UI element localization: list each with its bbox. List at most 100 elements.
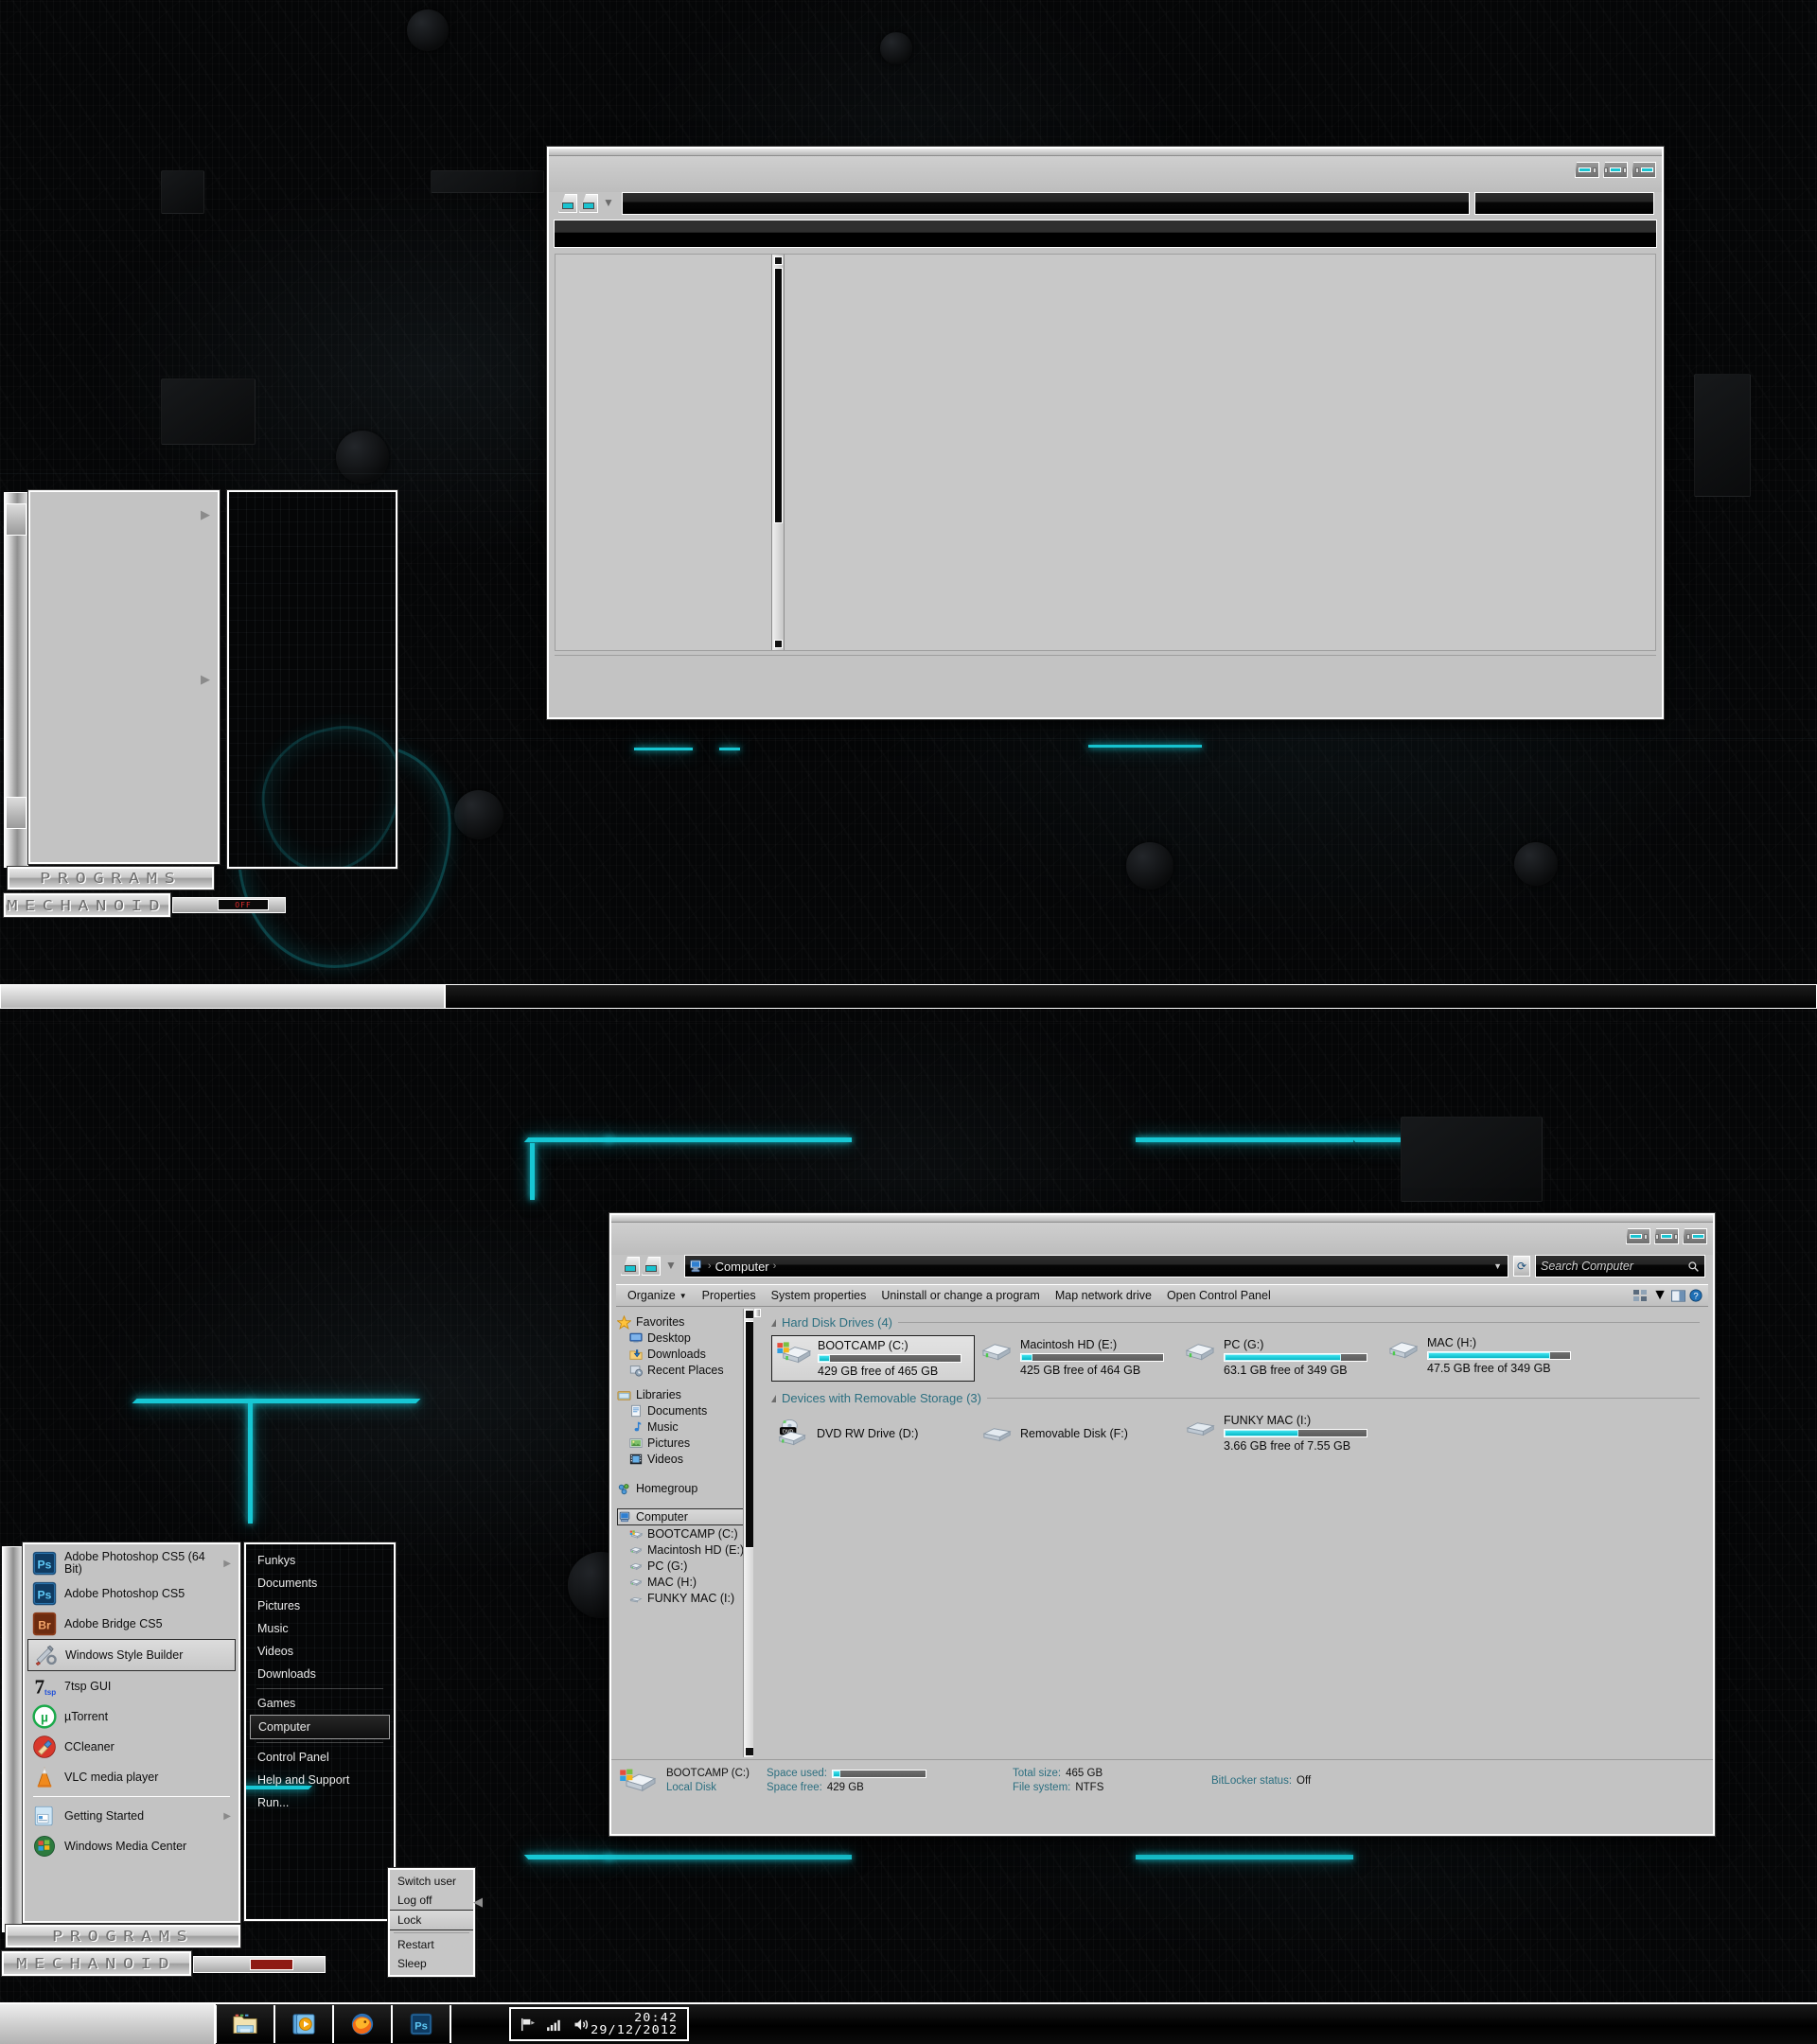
drive-item-mac-h[interactable]: MAC (H:) 47.5 GB free of 349 GB [1382, 1333, 1585, 1382]
pane-splitter[interactable] [753, 1307, 762, 1759]
network-icon[interactable] [520, 2018, 537, 2032]
top-window-search-box[interactable] [1474, 192, 1654, 215]
forward-button[interactable] [642, 1257, 661, 1276]
close-button[interactable] [1683, 1228, 1707, 1244]
start-menu[interactable]: Ps Adobe Photoshop CS5 (64 Bit) ▶ Ps Ado… [2, 1542, 483, 1987]
scroll-thumb[interactable] [774, 268, 783, 523]
help-icon[interactable]: ? [1689, 1289, 1702, 1302]
minimize-button[interactable] [1575, 162, 1599, 178]
collapse-triangle-icon[interactable] [771, 1318, 776, 1327]
window-controls[interactable] [1575, 162, 1656, 178]
start-menu-place-games[interactable]: Games [250, 1692, 390, 1715]
preview-pane-icon[interactable] [1671, 1289, 1685, 1302]
taskbar[interactable]: Ps 20:42 29/12/2012 [0, 2002, 1817, 2044]
start-menu-place-documents[interactable]: Documents [250, 1572, 390, 1595]
close-button[interactable] [1632, 162, 1656, 178]
system-properties-button[interactable]: System properties [764, 1287, 874, 1304]
start-menu-item-vlc[interactable]: VLC media player [27, 1762, 236, 1792]
search-input[interactable]: Search Computer [1535, 1255, 1705, 1278]
forward-button[interactable] [579, 194, 598, 213]
nav-buttons[interactable] [621, 1257, 661, 1276]
drive-item-pc-g[interactable]: PC (G:) 63.1 GB free of 349 GB [1178, 1335, 1382, 1382]
top-window-nav-row[interactable]: ▼ [549, 192, 1662, 220]
top-window-content[interactable] [555, 254, 1656, 651]
start-menu-item-photoshop[interactable]: Ps Adobe Photoshop CS5 [27, 1578, 236, 1609]
removable-device-list[interactable]: DVD DVD RW Drive (D:) Removable Disk (F:… [771, 1411, 1713, 1459]
taskbar-button-mozilla-firefox[interactable] [333, 2005, 392, 2043]
start-menu-item-photoshop-64[interactable]: Ps Adobe Photoshop CS5 (64 Bit) ▶ [27, 1548, 236, 1578]
top-window-address-bar[interactable] [621, 192, 1470, 215]
power-option-restart[interactable]: Restart [390, 1935, 473, 1954]
command-bar-right[interactable]: ▼ ? [1633, 1287, 1704, 1304]
start-menu-place-funkys[interactable]: Funkys [250, 1549, 390, 1572]
sidebar-item-macintosh-hd-e[interactable]: Macintosh HD (E:) [617, 1542, 753, 1558]
start-menu-item-windows-style-builder[interactable]: Windows Style Builder [27, 1639, 236, 1672]
start-menu-item-utorrent[interactable]: µ µTorrent [27, 1701, 236, 1732]
shutdown-options-menu[interactable]: Switch user Log off Lock Restart Sleep [388, 1868, 475, 1977]
start-menu-place-videos[interactable]: Videos [250, 1640, 390, 1663]
address-bar[interactable]: › Computer › ▼ [683, 1255, 1508, 1278]
uninstall-button[interactable]: Uninstall or change a program [873, 1287, 1047, 1304]
taskbar-buttons[interactable]: Ps [216, 2004, 509, 2044]
sidebar-item-bootcamp-c[interactable]: BOOTCAMP (C:) [617, 1526, 753, 1542]
nav-group-libraries[interactable]: Libraries [617, 1387, 753, 1402]
change-view-icon[interactable] [1633, 1289, 1649, 1302]
top-explorer-window[interactable]: ▼ [547, 147, 1664, 719]
sidebar-item-documents[interactable]: Documents [617, 1403, 753, 1418]
sidebar-item-pictures[interactable]: Pictures [617, 1436, 753, 1451]
start-menu-place-pictures[interactable]: Pictures [250, 1595, 390, 1617]
history-dropdown-icon[interactable]: ▼ [603, 196, 617, 212]
start-menu-item-ccleaner[interactable]: CCleaner [27, 1732, 236, 1762]
explorer-caption[interactable] [611, 1223, 1713, 1255]
sidebar-item-videos[interactable]: Videos [617, 1452, 753, 1467]
start-menu-item-getting-started[interactable]: Getting Started ▶ [27, 1801, 236, 1831]
sidebar-item-recent-places[interactable]: Recent Places [617, 1363, 753, 1378]
volume-icon[interactable] [573, 2018, 591, 2032]
power-option-sleep[interactable]: Sleep [390, 1954, 473, 1973]
open-control-panel-button[interactable]: Open Control Panel [1159, 1287, 1279, 1304]
start-menu-place-help-support[interactable]: Help and Support [250, 1769, 390, 1791]
explorer-window-controls[interactable] [1626, 1228, 1707, 1244]
history-dropdown-icon[interactable]: ▼ [665, 1259, 679, 1275]
system-tray[interactable]: 20:42 29/12/2012 [509, 2007, 690, 2041]
chevron-down-icon[interactable]: ▼ [1652, 1287, 1667, 1304]
drive-item-dvd-rw-d[interactable]: DVD DVD RW Drive (D:) [771, 1411, 975, 1455]
sidebar-item-homegroup[interactable]: Homegroup [617, 1481, 753, 1496]
scroll-down-arrow[interactable] [774, 640, 783, 648]
start-menu-place-control-panel[interactable]: Control Panel [250, 1746, 390, 1769]
power-option-log-off[interactable]: Log off [390, 1891, 473, 1910]
top-window-toolbar[interactable] [554, 220, 1657, 248]
signal-icon[interactable] [546, 2018, 564, 2032]
taskbar-button-windows-explorer[interactable] [216, 2005, 274, 2043]
top-start-menu-programs-pane[interactable]: ▶ ▶ [28, 490, 220, 864]
start-menu-places-pane[interactable]: Funkys Documents Pictures Music Videos D… [244, 1542, 396, 1921]
drive-item-bootcamp-c[interactable]: BOOTCAMP (C:) 429 GB free of 465 GB [771, 1335, 975, 1382]
start-menu-place-run[interactable]: Run... [250, 1791, 390, 1814]
power-option-switch-user[interactable]: Switch user [390, 1872, 473, 1891]
start-menu-place-downloads[interactable]: Downloads [250, 1663, 390, 1685]
power-option-lock[interactable]: Lock [390, 1910, 473, 1930]
properties-button[interactable]: Properties [695, 1287, 764, 1304]
taskbar-button-windows-media-player[interactable] [274, 2005, 333, 2043]
start-menu-item-bridge[interactable]: Br Adobe Bridge CS5 [27, 1609, 236, 1639]
collapse-triangle-icon[interactable] [771, 1394, 776, 1402]
start-menu-programs-plate[interactable]: PROGRAMS [6, 1925, 240, 1947]
start-menu-item-windows-media-center[interactable]: Windows Media Center [27, 1831, 236, 1861]
start-menu-place-computer[interactable]: Computer [250, 1715, 390, 1739]
breadcrumb-computer[interactable]: Computer [715, 1260, 769, 1274]
window-caption[interactable] [549, 156, 1662, 192]
nav-buttons[interactable] [558, 194, 598, 213]
sidebar-item-mac-h[interactable]: MAC (H:) [617, 1575, 753, 1590]
sidebar-item-pc-g[interactable]: PC (G:) [617, 1559, 753, 1574]
sidebar-item-desktop[interactable]: Desktop [617, 1330, 753, 1346]
taskbar-clock[interactable]: 20:42 29/12/2012 [591, 2012, 678, 2035]
sidebar-item-music[interactable]: Music [617, 1419, 753, 1435]
back-button[interactable] [621, 1257, 640, 1276]
sidebar-item-computer[interactable]: Computer [617, 1508, 750, 1525]
start-menu-item-7tsp-gui[interactable]: 7 tsp 7tsp GUI [27, 1671, 236, 1701]
submenu-arrow-icon[interactable]: ▶ [223, 1559, 231, 1569]
command-bar[interactable]: Organize ▼ Properties System properties … [616, 1284, 1708, 1307]
start-menu-programs-pane[interactable]: Ps Adobe Photoshop CS5 (64 Bit) ▶ Ps Ado… [23, 1542, 240, 1923]
drive-item-macintosh-hd-e[interactable]: Macintosh HD (E:) 425 GB free of 464 GB [975, 1335, 1178, 1382]
refresh-icon[interactable]: ⟳ [1513, 1256, 1530, 1277]
